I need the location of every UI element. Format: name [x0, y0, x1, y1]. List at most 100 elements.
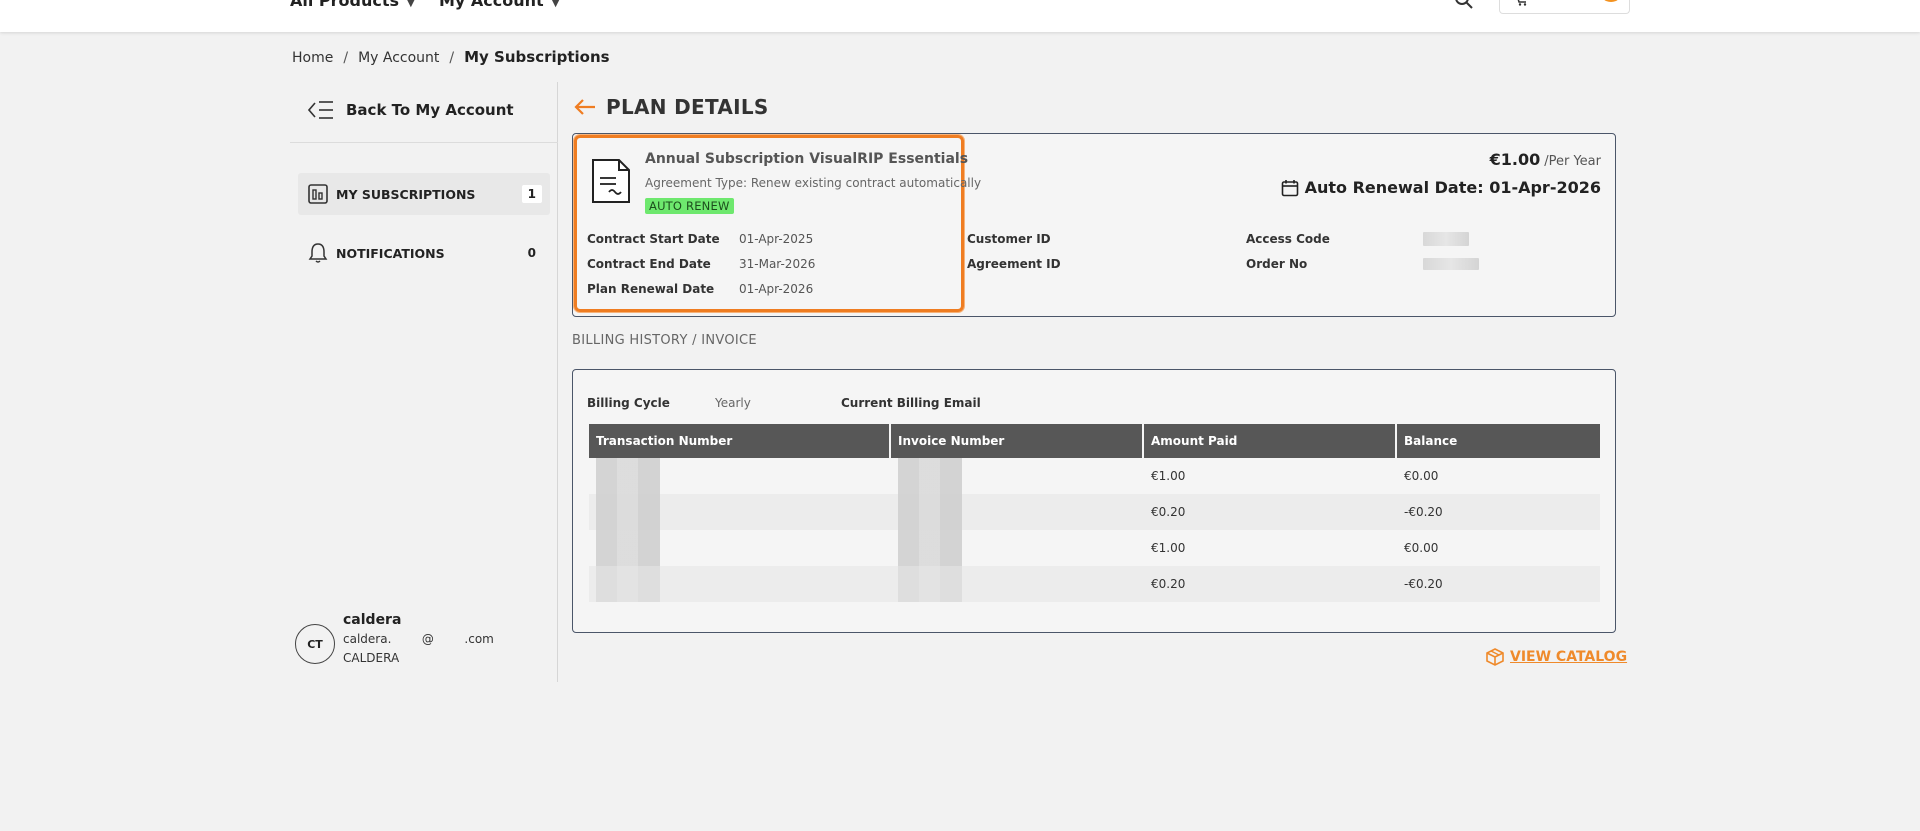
- balance-cell: €0.00: [1404, 541, 1439, 555]
- breadcrumb: Home / My Account / My Subscriptions: [292, 48, 610, 66]
- arrow-left-icon[interactable]: [574, 99, 596, 115]
- plan-card: Annual Subscription VisualRIP Essentials…: [572, 133, 1616, 317]
- redacted-block: [898, 530, 962, 566]
- user-email: caldera. @ .com: [343, 632, 494, 646]
- back-to-account-link[interactable]: Back To My Account: [308, 99, 514, 121]
- billing-table: Transaction Number Invoice Number Amount…: [589, 424, 1600, 602]
- transaction-number-redacted[interactable]: [589, 530, 891, 566]
- billing-card: Billing Cycle Yearly Current Billing Ema…: [572, 369, 1616, 633]
- redacted-block: [596, 494, 660, 530]
- sidebar-item-label: NOTIFICATIONS: [336, 245, 445, 261]
- cart-icon: [1517, 0, 1527, 6]
- transaction-number-redacted[interactable]: [589, 494, 891, 530]
- view-catalog-label: VIEW CATALOG: [1510, 649, 1628, 665]
- billing-history-heading: BILLING HISTORY / INVOICE: [572, 333, 757, 348]
- auto-renew-badge: AUTO RENEW: [645, 198, 734, 214]
- sidebar-item-notifications[interactable]: NOTIFICATIONS 0: [298, 232, 550, 274]
- contract-end-value: 31-Mar-2026: [739, 257, 816, 271]
- plan-renewal-label: Plan Renewal Date: [587, 282, 715, 296]
- sidebar-divider: [290, 142, 558, 143]
- plan-price: €1.00/Per Year: [1490, 150, 1601, 169]
- avatar: CT: [295, 624, 335, 664]
- plan-details-heading: PLAN DETAILS: [574, 95, 769, 119]
- document-icon: [592, 159, 630, 203]
- contract-start-label: Contract Start Date: [587, 232, 720, 246]
- chevron-down-icon: ▼: [551, 0, 560, 9]
- redacted-block: [596, 530, 660, 566]
- plan-renewal-value: 01-Apr-2026: [739, 282, 814, 296]
- breadcrumb-separator: /: [343, 50, 349, 66]
- sidebar-item-label: MY SUBSCRIPTIONS: [336, 186, 476, 202]
- back-to-account-label: Back To My Account: [346, 101, 514, 119]
- transaction-number-redacted[interactable]: [589, 458, 891, 494]
- sidebar: Back To My Account MY SUBSCRIPTIONS 1 NO…: [290, 82, 558, 682]
- breadcrumb-current: My Subscriptions: [464, 48, 610, 66]
- cart-count-badge: [1599, 0, 1623, 2]
- col-transaction-number: Transaction Number: [589, 424, 891, 458]
- search-icon[interactable]: [1454, 0, 1474, 10]
- customer-id-label: Customer ID: [967, 232, 1051, 246]
- table-row: €0.20 -€0.20: [589, 566, 1600, 602]
- top-header: All Products ▼ My Account ▼: [0, 0, 1920, 32]
- balance-cell: €0.00: [1404, 469, 1439, 483]
- bell-icon: [308, 243, 328, 263]
- contract-end-label: Contract End Date: [587, 257, 711, 271]
- amount-paid-cell: €1.00: [1151, 469, 1186, 483]
- page-title: PLAN DETAILS: [606, 95, 769, 119]
- subscriptions-count-badge: 1: [521, 185, 542, 203]
- transaction-number-redacted[interactable]: [589, 566, 891, 602]
- breadcrumb-my-account[interactable]: My Account: [358, 50, 439, 66]
- balance-cell: -€0.20: [1397, 494, 1600, 530]
- sidebar-item-my-subscriptions[interactable]: MY SUBSCRIPTIONS 1: [298, 173, 550, 215]
- redacted-block: [898, 458, 962, 494]
- col-invoice-number: Invoice Number: [891, 424, 1144, 458]
- col-balance: Balance: [1397, 424, 1600, 458]
- breadcrumb-separator: /: [449, 50, 455, 66]
- nav-all-products-label: All Products: [290, 0, 400, 10]
- col-amount-paid: Amount Paid: [1144, 424, 1397, 458]
- amount-paid-cell: €0.20: [1144, 566, 1397, 602]
- billing-cycle-label: Billing Cycle: [587, 396, 670, 410]
- subscriptions-icon: [308, 184, 328, 204]
- order-no-redacted: [1423, 258, 1479, 270]
- order-no-label: Order No: [1246, 257, 1308, 271]
- table-row: €1.00 €0.00: [589, 458, 1600, 494]
- agreement-type: Agreement Type: Renew existing contract …: [645, 176, 982, 190]
- redacted-block: [898, 494, 962, 530]
- amount-paid-cell: €0.20: [1144, 494, 1397, 530]
- user-org: CALDERA: [343, 651, 400, 665]
- table-header-row: Transaction Number Invoice Number Amount…: [589, 424, 1600, 458]
- billing-email-label: Current Billing Email: [841, 396, 981, 410]
- access-code-label: Access Code: [1246, 232, 1330, 246]
- access-code-redacted: [1423, 232, 1469, 246]
- table-row: €1.00 €0.00: [589, 530, 1600, 566]
- view-catalog-link[interactable]: VIEW CATALOG: [1486, 648, 1627, 666]
- nav-my-account-label: My Account: [439, 0, 544, 10]
- redacted-block: [898, 566, 962, 602]
- table-row: €0.20 -€0.20: [589, 494, 1600, 530]
- redacted-block: [596, 566, 660, 602]
- price-amount: €1.00: [1489, 150, 1541, 169]
- nav-my-account[interactable]: My Account ▼: [439, 0, 559, 10]
- subscription-name: Annual Subscription VisualRIP Essentials: [645, 151, 969, 167]
- redacted-block: [596, 458, 660, 494]
- notifications-count-badge: 0: [527, 246, 536, 260]
- balance-cell: -€0.20: [1397, 566, 1600, 602]
- contract-start-value: 01-Apr-2025: [739, 232, 814, 246]
- box-icon: [1486, 648, 1504, 666]
- auto-renewal-date: Auto Renewal Date: 01-Apr-2026: [1281, 178, 1601, 197]
- chevron-down-icon: ▼: [407, 0, 415, 9]
- price-period: /Per Year: [1544, 154, 1601, 169]
- amount-paid-cell: €1.00: [1151, 541, 1186, 555]
- billing-cycle-value: Yearly: [715, 396, 751, 410]
- invoice-number-redacted[interactable]: [891, 566, 1144, 602]
- cart-button[interactable]: [1499, 0, 1630, 14]
- invoice-number-redacted[interactable]: [891, 530, 1144, 566]
- breadcrumb-home[interactable]: Home: [292, 50, 333, 66]
- invoice-number-redacted[interactable]: [891, 494, 1144, 530]
- user-name: caldera: [343, 612, 402, 628]
- nav-all-products[interactable]: All Products ▼: [290, 0, 415, 10]
- back-list-icon: [308, 101, 333, 119]
- calendar-icon: [1281, 179, 1298, 196]
- invoice-number-redacted[interactable]: [891, 458, 1144, 494]
